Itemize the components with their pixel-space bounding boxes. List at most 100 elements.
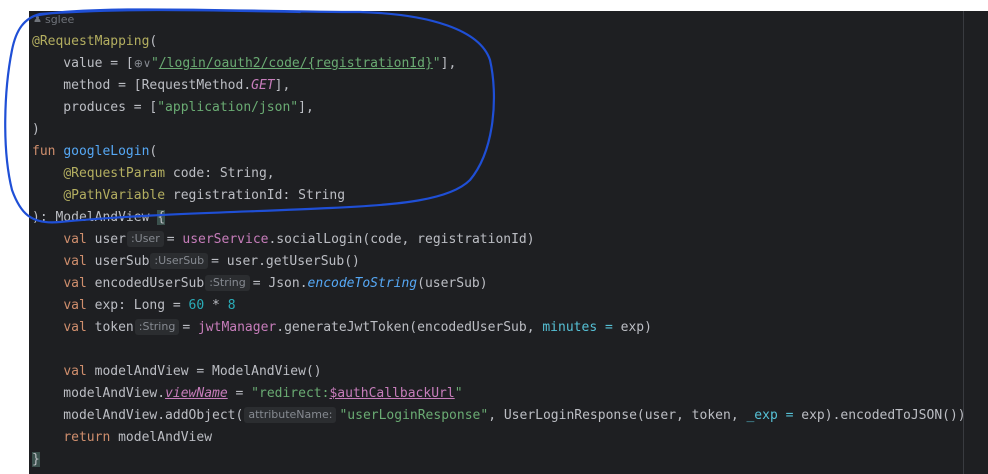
code-line[interactable]: return modelAndView xyxy=(32,427,966,449)
code-token: .socialLogin(code, registrationId) xyxy=(268,232,535,247)
inlay-type-hint: :String xyxy=(134,319,180,335)
author-name: sglee xyxy=(44,13,75,26)
code-token: _exp = xyxy=(746,408,802,423)
code-token: val xyxy=(63,320,95,335)
code-token: googleLogin xyxy=(63,144,150,159)
code-token: val xyxy=(63,298,95,313)
code-token: 60 xyxy=(188,298,205,313)
code-token: (userSub) xyxy=(417,276,488,291)
code-token: = xyxy=(182,320,198,335)
code-token: ], xyxy=(298,100,314,115)
code-token: ], xyxy=(440,56,457,71)
code-token: " xyxy=(454,386,463,401)
code-token: , UserLoginResponse(user, token, xyxy=(488,408,747,423)
code-token: ): ModelAndView xyxy=(32,210,158,225)
code-token: code: String, xyxy=(165,166,275,181)
code-token: val xyxy=(63,364,95,379)
code-token: ) xyxy=(32,122,40,137)
code-line[interactable]: @PathVariable registrationId: String xyxy=(32,185,966,207)
code-token: " xyxy=(432,56,441,71)
inlay-type-hint: :String xyxy=(205,275,250,291)
code-token: exp).encodedToJSON()) xyxy=(801,408,966,423)
code-token: } xyxy=(32,452,40,467)
code-token: @PathVariable xyxy=(63,188,166,203)
code-line[interactable]: value = [⊕∨ "/login/oauth2/code/{registra… xyxy=(32,53,966,75)
code-token: "userLoginResponse" xyxy=(339,408,489,423)
code-token: produces = [ xyxy=(32,100,158,115)
code-token: modelAndView = ModelAndView() xyxy=(94,364,322,379)
code-token: val xyxy=(63,254,95,269)
code-token: fun xyxy=(32,144,64,159)
code-line[interactable]: modelAndView.addObject(attributeName: "us… xyxy=(32,405,966,427)
code-line[interactable]: val user:User = userService.socialLogin(c… xyxy=(32,229,966,251)
code-token: token xyxy=(94,320,134,335)
code-token: userSub xyxy=(94,254,150,269)
code-token: GET xyxy=(251,78,275,93)
code-token: { xyxy=(157,210,166,225)
code-line[interactable]: modelAndView.viewName = "redirect:$authC… xyxy=(32,383,966,405)
code-line[interactable]: val modelAndView = ModelAndView() xyxy=(32,361,966,383)
code-lines[interactable]: @RequestMapping( value = [⊕∨"/login/oaut… xyxy=(32,31,966,471)
code-token: @RequestParam xyxy=(63,166,166,181)
code-token: @RequestMapping xyxy=(32,34,150,49)
code-token: /login/oauth2/code/{registrationId} xyxy=(158,56,433,71)
url-globe-icon[interactable]: ⊕∨ xyxy=(134,53,151,75)
code-line[interactable]: ): ModelAndView { xyxy=(32,207,966,229)
code-vision-author[interactable]: ♟ sglee xyxy=(33,13,74,26)
code-token: ( xyxy=(149,144,158,159)
code-token: return xyxy=(63,430,119,445)
code-token: modelAndView xyxy=(118,430,213,445)
code-line[interactable] xyxy=(32,339,966,361)
code-line[interactable]: produces = ["application/json"], xyxy=(32,97,966,119)
code-token: ], xyxy=(274,78,291,93)
code-token: val xyxy=(63,232,95,247)
code-token: exp) xyxy=(620,320,652,335)
code-token: * xyxy=(204,298,228,313)
code-line[interactable]: val token:String = jwtManager.generateJwt… xyxy=(32,317,966,339)
code-line[interactable]: val encodedUserSub:String = Json.encodeTo… xyxy=(32,273,966,295)
inlay-type-hint: :UserSub xyxy=(150,253,209,269)
code-token: method = [RequestMethod. xyxy=(32,78,252,93)
code-line[interactable]: @RequestMapping( xyxy=(32,31,966,53)
code-token: modelAndView. xyxy=(32,386,166,401)
code-token: user xyxy=(94,232,126,247)
code-token: modelAndView.addObject( xyxy=(32,408,244,423)
code-token: = Json. xyxy=(252,276,308,291)
code-token: $authCallbackUrl xyxy=(329,386,455,401)
code-token: value = [ xyxy=(32,56,134,71)
code-token: 8 xyxy=(227,298,236,313)
code-token: minutes = xyxy=(542,320,621,335)
code-line[interactable]: method = [RequestMethod.GET], xyxy=(32,75,966,97)
code-line[interactable]: fun googleLogin( xyxy=(32,141,966,163)
inlay-type-hint: :User xyxy=(126,231,164,247)
code-line[interactable]: val userSub:UserSub = user.getUserSub() xyxy=(32,251,966,273)
code-token: = user.getUserSub() xyxy=(211,254,360,269)
code-token: jwtManager xyxy=(197,320,277,335)
code-token: = xyxy=(166,232,183,247)
code-token: encodeToString xyxy=(307,276,418,291)
code-token: userService xyxy=(182,232,269,247)
code-line[interactable]: val exp: Long = 60 * 8 xyxy=(32,295,966,317)
code-token: = xyxy=(227,386,252,401)
inlay-type-hint: attributeName: xyxy=(244,407,337,423)
code-token: .generateJwtToken(encodedUserSub, xyxy=(276,320,543,335)
code-line[interactable]: @RequestParam code: String, xyxy=(32,163,966,185)
code-editor[interactable]: ♟ sglee @RequestMapping( value = [⊕∨"/lo… xyxy=(29,11,988,474)
code-token: ( xyxy=(149,34,158,49)
code-token: encodedUserSub xyxy=(94,276,205,291)
code-token: "redirect: xyxy=(251,386,330,401)
code-line[interactable]: } xyxy=(32,449,966,471)
code-token: val xyxy=(63,276,95,291)
code-line[interactable]: ) xyxy=(32,119,966,141)
person-icon: ♟ xyxy=(33,14,42,25)
code-token: exp: Long = xyxy=(94,298,189,313)
